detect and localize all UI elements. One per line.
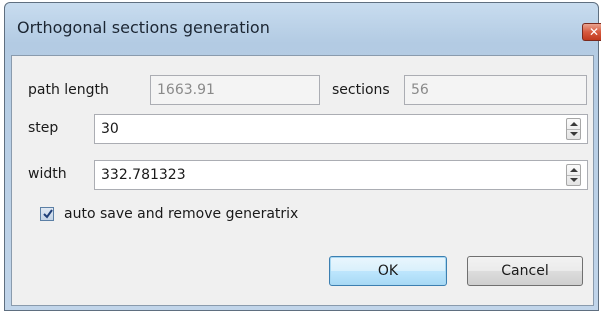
close-button[interactable]: ✕ — [582, 23, 601, 41]
width-spin-buttons[interactable] — [566, 164, 581, 186]
close-icon: ✕ — [589, 25, 600, 39]
title-bar[interactable]: Orthogonal sections generation ✕ — [5, 3, 601, 55]
spin-up-icon[interactable] — [570, 168, 578, 172]
step-spinbox[interactable]: 30 — [94, 114, 588, 144]
cancel-button[interactable]: Cancel — [467, 256, 583, 286]
spin-divider — [567, 175, 580, 176]
checkmark-icon — [43, 209, 53, 219]
dialog-window: Orthogonal sections generation ✕ path le… — [4, 2, 601, 311]
width-input[interactable]: 332.781323 — [101, 161, 186, 189]
step-label: step — [28, 120, 59, 136]
path-length-label: path length — [28, 82, 109, 98]
spin-up-icon[interactable] — [570, 122, 578, 126]
sections-field: 56 — [404, 75, 587, 105]
auto-save-checkbox[interactable] — [40, 207, 54, 221]
spin-divider — [567, 129, 580, 130]
window-title: Orthogonal sections generation — [17, 18, 270, 37]
ok-button[interactable]: OK — [329, 256, 447, 286]
step-input[interactable]: 30 — [101, 115, 119, 143]
sections-label: sections — [332, 82, 390, 98]
width-label: width — [28, 166, 67, 182]
width-spinbox[interactable]: 332.781323 — [94, 160, 588, 190]
auto-save-label[interactable]: auto save and remove generatrix — [64, 206, 298, 222]
spin-down-icon[interactable] — [570, 178, 578, 182]
spin-down-icon[interactable] — [570, 132, 578, 136]
dialog-content: path length 1663.91 sections 56 step 30 … — [11, 55, 594, 306]
path-length-field: 1663.91 — [150, 75, 320, 105]
step-spin-buttons[interactable] — [566, 118, 581, 140]
